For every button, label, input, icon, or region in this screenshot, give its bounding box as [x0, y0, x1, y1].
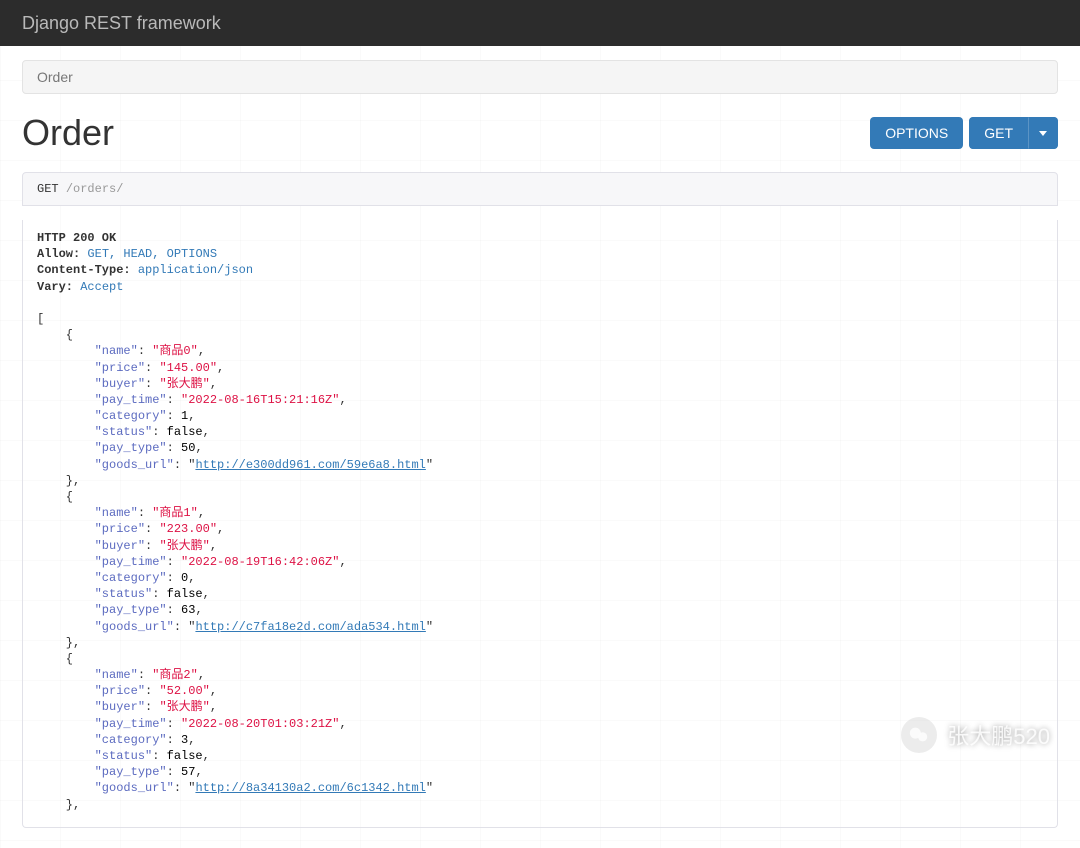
breadcrumb-item[interactable]: Order — [37, 69, 73, 85]
get-button-group: GET — [969, 117, 1058, 149]
goods-url-link[interactable]: http://e300dd961.com/59e6a8.html — [195, 458, 425, 472]
response-body: HTTP 200 OK Allow: GET, HEAD, OPTIONS Co… — [22, 220, 1058, 828]
chevron-down-icon — [1039, 131, 1047, 136]
brand-link[interactable]: Django REST framework — [22, 13, 221, 34]
options-button[interactable]: OPTIONS — [870, 117, 963, 149]
request-path: /orders/ — [66, 182, 124, 196]
request-method: GET — [37, 182, 59, 196]
request-line: GET /orders/ — [22, 172, 1058, 206]
get-button[interactable]: GET — [969, 117, 1028, 149]
navbar: Django REST framework — [0, 0, 1080, 46]
get-dropdown-toggle[interactable] — [1028, 117, 1058, 149]
goods-url-link[interactable]: http://8a34130a2.com/6c1342.html — [195, 781, 425, 795]
breadcrumb: Order — [22, 60, 1058, 94]
page-title: Order — [22, 112, 114, 154]
page-header: Order OPTIONS GET — [22, 112, 1058, 154]
goods-url-link[interactable]: http://c7fa18e2d.com/ada534.html — [195, 620, 425, 634]
